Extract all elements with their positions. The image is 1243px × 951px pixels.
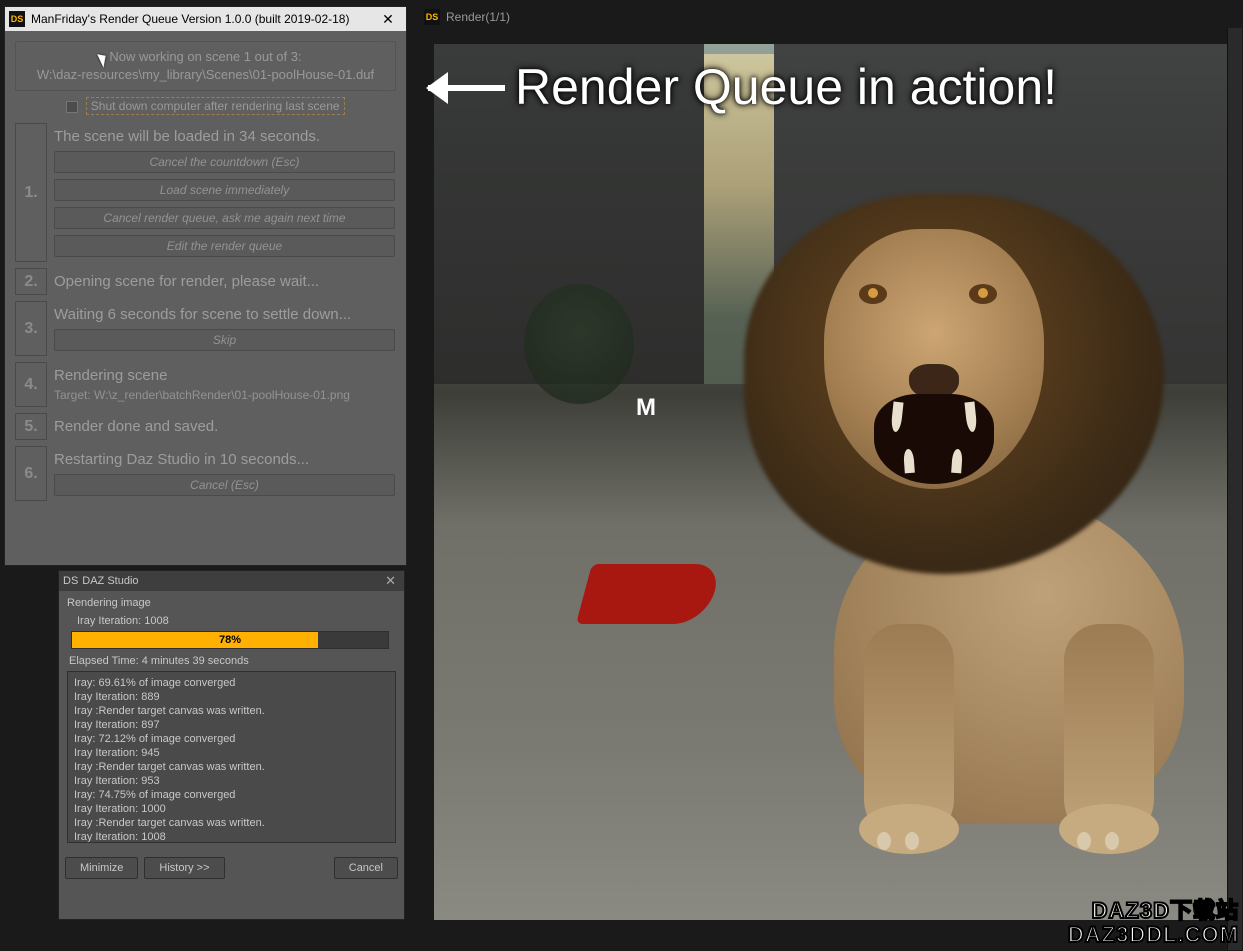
overlay-letter: M (636, 394, 656, 422)
ds-title: DAZ Studio (82, 575, 381, 587)
progress-percent: 78% (72, 632, 388, 648)
render-output-image (434, 44, 1227, 920)
skip-button[interactable]: Skip (54, 329, 395, 351)
annotation-callout: Render Queue in action! (410, 58, 1057, 116)
log-line: Iray Iteration: 953 (74, 774, 389, 788)
close-icon[interactable]: ✕ (381, 573, 400, 589)
ds-titlebar[interactable]: DS DAZ Studio ✕ (59, 571, 404, 591)
log-line: Iray Iteration: 889 (74, 690, 389, 704)
rq-status-box: Now working on scene 1 out of 3: W:\daz-… (15, 41, 396, 91)
render-log[interactable]: Iray: 69.61% of image convergedIray Iter… (67, 671, 396, 843)
cancel-countdown-button[interactable]: Cancel the countdown (Esc) (54, 151, 395, 173)
daz-app-icon: DS (9, 11, 25, 27)
render-viewport: DS Render(1/1) (418, 6, 1242, 950)
step-2-msg: Opening scene for render, please wait... (53, 268, 396, 295)
cancel-render-button[interactable]: Cancel (334, 857, 398, 879)
step-4-number: 4. (15, 362, 47, 407)
step-3-number: 3. (15, 301, 47, 356)
log-line: Iray: 74.75% of image converged (74, 788, 389, 802)
log-line: Iray: 72.12% of image converged (74, 732, 389, 746)
ds-header: Rendering image (67, 597, 396, 609)
viewport-titlebar[interactable]: DS Render(1/1) (418, 6, 1242, 28)
log-line: Iray Iteration: 897 (74, 718, 389, 732)
step-4-target: Target: W:\z_render\batchRender\01-poolH… (54, 388, 395, 402)
daz-app-icon: DS (63, 575, 78, 587)
shutdown-label[interactable]: Shut down computer after rendering last … (86, 97, 345, 115)
ds-iteration: Iray Iteration: 1008 (77, 615, 396, 627)
log-line: Iray Iteration: 1008 (74, 830, 389, 843)
daz-progress-dialog: DS DAZ Studio ✕ Rendering image Iray Ite… (58, 570, 405, 920)
log-line: Iray: 69.61% of image converged (74, 676, 389, 690)
close-icon[interactable]: ✕ (374, 8, 402, 30)
step-5-msg: Render done and saved. (53, 413, 396, 440)
step-1-number: 1. (15, 123, 47, 262)
log-line: Iray Iteration: 1000 (74, 802, 389, 816)
rq-status-line1: Now working on scene 1 out of 3: (24, 48, 387, 66)
daz-app-icon: DS (424, 9, 440, 25)
rq-status-line2: W:\daz-resources\my_library\Scenes\01-po… (24, 66, 387, 84)
step-6-msg: Restarting Daz Studio in 10 seconds... (54, 451, 395, 468)
log-line: Iray :Render target canvas was written. (74, 760, 389, 774)
log-line: Iray Iteration: 945 (74, 746, 389, 760)
viewport-scrollbar[interactable] (1227, 28, 1242, 950)
load-immediately-button[interactable]: Load scene immediately (54, 179, 395, 201)
step-6-number: 6. (15, 446, 47, 501)
arrow-left-icon (410, 77, 505, 97)
minimize-button[interactable]: Minimize (65, 857, 138, 879)
elapsed-time: Elapsed Time: 4 minutes 39 seconds (69, 655, 396, 667)
annotation-text: Render Queue in action! (515, 58, 1057, 116)
shutdown-checkbox[interactable] (66, 101, 78, 113)
render-queue-window: DS ManFriday's Render Queue Version 1.0.… (4, 6, 407, 566)
cancel-restart-button[interactable]: Cancel (Esc) (54, 474, 395, 496)
step-3-msg: Waiting 6 seconds for scene to settle do… (54, 306, 395, 323)
rq-title: ManFriday's Render Queue Version 1.0.0 (… (31, 12, 374, 26)
cancel-queue-button[interactable]: Cancel render queue, ask me again next t… (54, 207, 395, 229)
history-button[interactable]: History >> (144, 857, 224, 879)
rq-titlebar[interactable]: DS ManFriday's Render Queue Version 1.0.… (5, 7, 406, 31)
shutdown-row: Shut down computer after rendering last … (15, 91, 396, 117)
viewport-title: Render(1/1) (446, 10, 510, 24)
watermark-line2: DAZ3DDL.COM (1068, 923, 1239, 947)
progress-bar: 78% (71, 631, 389, 649)
edit-queue-button[interactable]: Edit the render queue (54, 235, 395, 257)
log-line: Iray :Render target canvas was written. (74, 816, 389, 830)
step-1-msg: The scene will be loaded in 34 seconds. (54, 128, 395, 145)
watermark-line1: DAZ3D下载站 (1068, 899, 1239, 923)
step-5-number: 5. (15, 413, 47, 440)
step-2-number: 2. (15, 268, 47, 295)
log-line: Iray :Render target canvas was written. (74, 704, 389, 718)
watermark: DAZ3D下载站 DAZ3DDL.COM (1068, 899, 1239, 947)
step-4-msg: Rendering scene (54, 367, 395, 384)
